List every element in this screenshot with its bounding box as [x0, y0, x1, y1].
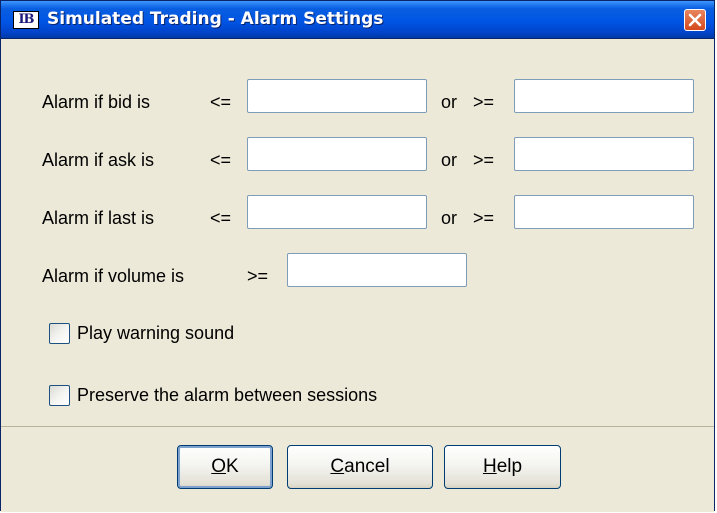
- ask-high-input[interactable]: [514, 137, 694, 171]
- volume-ge-operator: >=: [247, 266, 269, 286]
- bid-high-input[interactable]: [514, 79, 694, 113]
- help-label-rest: elp: [496, 456, 523, 477]
- ok-label-rest: K: [226, 456, 239, 477]
- ok-button[interactable]: OK: [177, 445, 273, 489]
- window-title: Simulated Trading - Alarm Settings: [47, 9, 384, 29]
- volume-label: Alarm if volume is: [42, 266, 185, 286]
- ask-ge-operator: >=: [473, 150, 495, 170]
- cancel-button[interactable]: Cancel: [287, 445, 433, 489]
- ask-low-input[interactable]: [247, 137, 427, 171]
- last-ge-operator: >=: [473, 208, 495, 228]
- preserve-alarm-checkbox[interactable]: [49, 385, 70, 406]
- bid-ge-operator: >=: [473, 92, 495, 112]
- bid-label: Alarm if bid is: [42, 92, 151, 112]
- help-mnemonic: H: [482, 456, 497, 477]
- last-le-operator: <=: [210, 208, 232, 228]
- bid-low-input[interactable]: [247, 79, 427, 113]
- volume-input[interactable]: [287, 253, 467, 287]
- bid-le-operator: <=: [210, 92, 232, 112]
- last-or-label: or: [441, 208, 458, 228]
- preserve-alarm-label: Preserve the alarm between sessions: [77, 385, 378, 405]
- help-button[interactable]: Help: [444, 445, 561, 489]
- close-button[interactable]: [684, 9, 706, 31]
- ask-or-label: or: [441, 150, 458, 170]
- last-low-input[interactable]: [247, 195, 427, 229]
- play-sound-label: Play warning sound: [77, 323, 235, 343]
- close-icon: [688, 13, 702, 27]
- ib-logo-icon: IB: [13, 11, 39, 29]
- last-label: Alarm if last is: [42, 208, 155, 228]
- cancel-label-rest: ancel: [344, 456, 390, 477]
- last-high-input[interactable]: [514, 195, 694, 229]
- ok-mnemonic: O: [211, 456, 227, 477]
- play-sound-checkbox[interactable]: [49, 323, 70, 344]
- alarm-settings-dialog: IB Simulated Trading - Alarm Settings Al…: [0, 0, 715, 512]
- title-bar[interactable]: IB Simulated Trading - Alarm Settings: [1, 1, 714, 39]
- bid-or-label: or: [441, 92, 458, 112]
- ask-label: Alarm if ask is: [42, 150, 155, 170]
- ask-le-operator: <=: [210, 150, 232, 170]
- cancel-mnemonic: C: [330, 456, 345, 477]
